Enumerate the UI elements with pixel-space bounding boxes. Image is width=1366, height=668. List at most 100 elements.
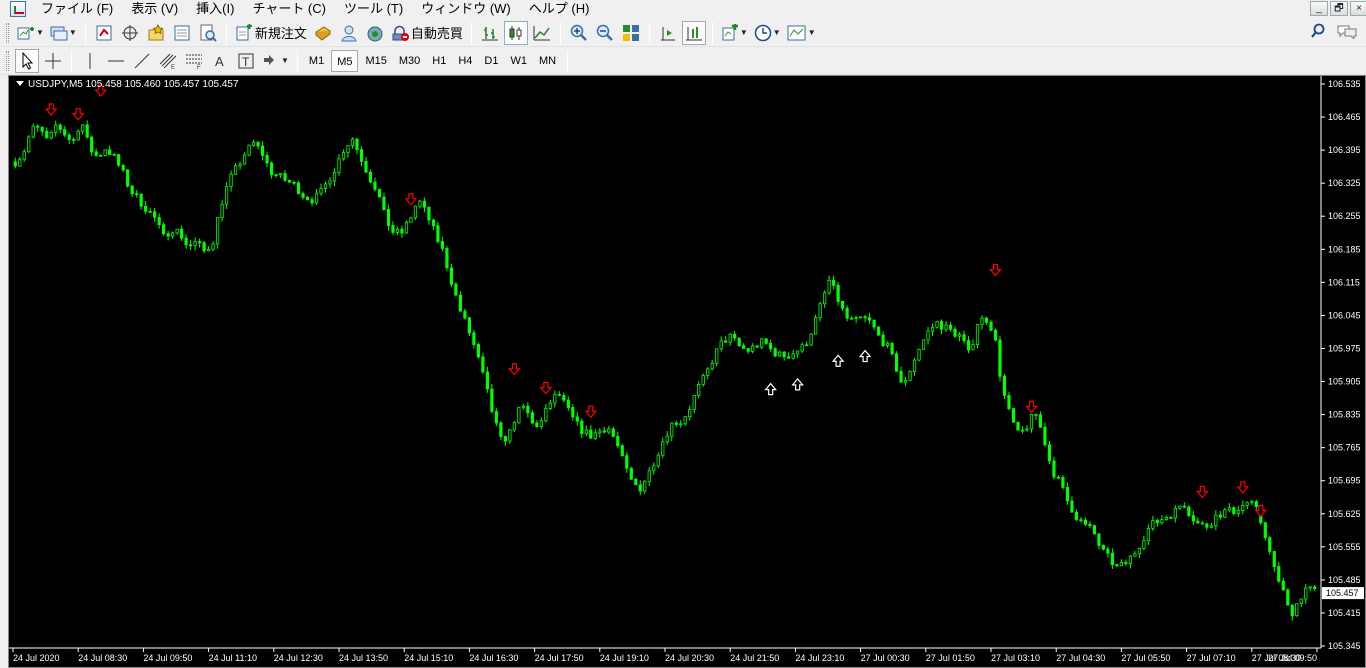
candle-body [706,368,710,376]
market-watch-button[interactable] [92,21,116,45]
fibonacci-tool[interactable]: F [182,49,206,73]
templates-button[interactable]: ▼ [785,21,818,45]
candle-body [94,151,98,156]
cursor-tool[interactable] [15,48,39,73]
navigator-button[interactable] [144,21,168,45]
candle-body [885,342,890,346]
candle-body [305,197,310,201]
menu-chart[interactable]: チャート (C) [243,0,335,18]
candle-body [386,209,391,226]
candle-body [589,429,593,439]
timeframe-h4[interactable]: H4 [453,50,477,72]
timeframe-w1[interactable]: W1 [505,50,532,72]
candle-body [575,416,579,422]
zoom-in-button[interactable] [567,21,591,45]
chart-window[interactable]: 106.535 106.465 106.395 106.325 106.255 106.1… [8,75,1366,668]
vertical-line-tool[interactable] [78,49,102,73]
add-indicator-icon [722,23,738,40]
chart-shift-icon [660,26,675,40]
menu-window[interactable]: ウィンドウ (W) [412,0,520,18]
periods-button[interactable]: ▼ [752,21,783,45]
candle-body [296,182,301,195]
data-window-button[interactable] [118,21,142,45]
auto-trading-button[interactable]: 自動売買 [389,21,465,45]
candle-body [957,334,962,337]
menu-view[interactable]: 表示 (V) [122,0,187,18]
close-button[interactable]: × [1350,1,1366,16]
timeframe-m5[interactable]: M5 [331,49,359,72]
template-icon [787,25,806,40]
candle-body [751,345,755,352]
y-tick-label: 105.975 [1328,343,1361,353]
menu-file[interactable]: ファイル (F) [32,0,122,18]
candle-body [139,193,143,207]
terminal-button[interactable] [170,21,194,45]
market-button[interactable] [363,21,387,45]
candle-body [1200,522,1204,525]
text-label-tool[interactable]: T [234,49,258,73]
candle-body [652,465,656,472]
arrows-icon [264,54,274,65]
timeframe-d1[interactable]: D1 [479,50,503,72]
chart-shift-button[interactable] [656,21,680,45]
candle-body [656,454,660,467]
tile-windows-button[interactable] [619,21,643,45]
candle-body [1065,487,1070,502]
restore-button[interactable]: 🗗 [1330,1,1348,16]
text-tool[interactable]: A [208,49,232,73]
new-order-button[interactable]: 新規注文 [233,21,309,45]
candle-body [598,430,602,434]
timeframe-m1[interactable]: M1 [304,50,329,72]
timeframe-m15[interactable]: M15 [360,50,391,72]
tester-button[interactable] [196,21,220,45]
menu-insert[interactable]: 挿入(I) [187,0,243,18]
candle-body [787,356,791,359]
collapse-triangle-icon[interactable] [16,81,24,86]
svg-text:T: T [242,55,250,69]
candle-body [984,317,989,323]
menu-tools[interactable]: ツール (T) [335,0,412,18]
candle-body [683,416,687,425]
minimize-button[interactable]: _ [1310,1,1328,16]
timeframe-mn[interactable]: MN [534,50,561,72]
menu-bar: ファイル (F) 表示 (V) 挿入(I) チャート (C) ツール (T) ウ… [0,0,1366,18]
trendline-tool[interactable] [130,49,154,73]
autoscroll-button[interactable] [681,20,706,45]
search-icon[interactable] [1310,23,1326,39]
chat-bubble-icon[interactable] [1336,23,1358,39]
chart-app-icon[interactable] [10,1,26,17]
horizontal-line-tool[interactable] [104,49,128,73]
menu-help[interactable]: ヘルプ (H) [520,0,599,18]
arrows-tool[interactable]: ▼ [260,49,291,73]
bar-chart-button[interactable] [478,21,502,45]
toolbar-grip[interactable] [6,50,9,71]
timeframe-m30[interactable]: M30 [394,50,425,72]
candle-body [670,422,674,437]
candle-body [921,339,926,350]
candle-chart-button[interactable] [503,20,528,45]
zoom-out-button[interactable] [593,21,617,45]
candle-body [310,199,314,204]
candle-body [1079,519,1083,521]
equidistant-channel-tool[interactable]: E [156,49,180,73]
x-tick-label: 27 Jul 00:30 [861,653,910,663]
meta-editor-button[interactable] [311,21,335,45]
profiles-button[interactable]: ▼ [48,21,79,45]
line-chart-button[interactable] [530,21,554,45]
x-tick-label: 24 Jul 16:30 [469,653,518,663]
toolbar-separator [711,21,713,44]
crosshair-tool[interactable] [41,49,65,73]
candle-body [517,406,521,424]
zoom-in-icon [570,24,587,41]
toolbar-grip[interactable] [6,22,9,43]
new-chart-button[interactable]: ▼ [15,21,46,45]
candle-body [526,405,530,414]
signals-button[interactable] [337,21,361,45]
price-chart[interactable]: 106.535 106.465 106.395 106.325 106.255 106.1… [9,76,1365,667]
x-tick-label: 24 Jul 19:10 [600,653,649,663]
x-tick-label: 24 Jul 2020 [13,653,60,663]
timeframe-h1[interactable]: H1 [427,50,451,72]
chevron-down-icon: ▼ [68,28,77,37]
candle-body [1092,525,1097,535]
indicators-button[interactable]: ▼ [719,21,750,45]
